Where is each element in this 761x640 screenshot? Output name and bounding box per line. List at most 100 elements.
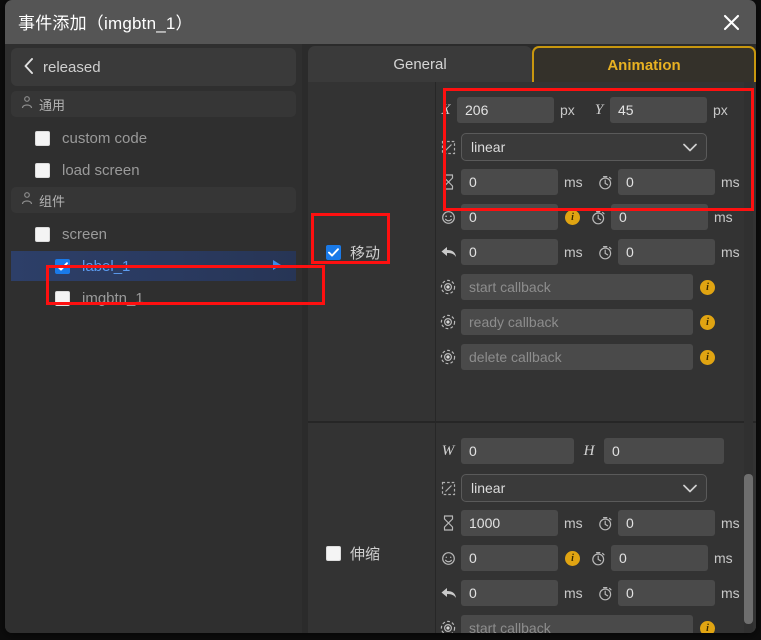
tree-item-load-screen[interactable]: load screen [11,155,296,185]
move-y-input[interactable] [610,97,707,123]
chevron-down-icon [683,139,697,155]
tree-item-label: imgbtn_1 [82,289,144,307]
move-toggle-label: 移动 [350,244,381,262]
scale-start-callback-input[interactable] [461,615,693,633]
scale-easing-row: linear [435,472,756,504]
move-start-callback-input[interactable] [461,274,693,300]
move-delete-callback-row: i [435,341,756,373]
tree-item-label: custom code [62,129,148,147]
close-icon[interactable] [716,7,746,37]
scale-animation-section: 伸缩 W H [308,423,756,633]
info-icon[interactable]: i [700,314,715,330]
properties-panel: General Animation 移动 X 206 px Y 45 px li… [308,44,756,633]
move-easing-row: linear [435,131,756,163]
move-duration-row: ms ms [435,166,756,198]
checkbox-screen[interactable] [35,226,50,242]
checkbox-load-screen[interactable] [35,162,50,178]
move-x-input[interactable] [457,97,554,123]
h-axis-label: H [583,442,595,459]
stopwatch-icon [592,586,618,601]
dialog-title: 事件添加（imgbtn_1） [18,14,193,33]
move-ready-callback-input[interactable] [461,309,693,335]
move-duration-input[interactable] [461,169,558,195]
scale-back-delay-input[interactable] [618,580,715,606]
tree-item-custom-code[interactable]: custom code [11,123,296,153]
move-animation-section: 移动 X px Y px [308,82,756,422]
triangle-right-icon[interactable] [272,258,282,274]
group-label-components: 组件 [39,193,66,209]
component-icon [21,96,33,112]
move-back-input[interactable] [461,239,558,265]
scale-duration-input[interactable] [461,510,558,536]
move-delete-callback-input[interactable] [461,344,693,370]
component-icon [21,192,33,208]
scale-duration-unit: ms [564,515,583,531]
back-arrow-icon [435,586,461,600]
stopwatch-icon [592,245,618,260]
tree-item-screen[interactable]: screen [11,219,296,249]
info-icon[interactable]: i [700,279,715,295]
stopwatch-icon [585,551,611,566]
move-repeat-delay-input[interactable] [611,204,708,230]
target-icon [435,349,461,365]
tree-item-label: label_1 [82,257,131,275]
tab-general[interactable]: General [308,46,532,82]
repeat-icon [435,551,461,566]
info-icon[interactable]: i [700,620,715,633]
scale-delay-input[interactable] [618,510,715,536]
scale-h-input[interactable] [604,438,724,464]
tree-item-label-1[interactable]: label_1 [11,251,296,281]
breadcrumb[interactable]: released [11,48,296,86]
tree-item-imgbtn-1[interactable]: imgbtn_1 [11,283,296,313]
checkbox-scale[interactable] [326,545,341,561]
group-header-general: 通用 [11,91,296,117]
move-toggle[interactable]: 移动 [326,242,380,263]
move-easing-select[interactable]: linear [461,133,707,161]
scale-repeat-input[interactable] [461,545,558,571]
move-back-delay-input[interactable] [618,239,715,265]
move-repeat-input[interactable] [461,204,558,230]
scale-toggle[interactable]: 伸缩 [326,543,380,564]
move-delay-input[interactable] [618,169,715,195]
target-icon [435,314,461,330]
scale-easing-value: linear [471,480,506,496]
move-easing-value: linear [471,139,506,155]
title-bar: 事件添加（imgbtn_1） [5,0,756,44]
scale-start-callback-row: i [435,612,756,633]
x-axis-label: X [441,101,451,118]
checkbox-label-1[interactable] [55,258,70,274]
info-icon[interactable]: i [700,349,715,365]
scrollbar-thumb[interactable] [744,474,753,624]
breadcrumb-label: released [43,58,101,76]
scale-repeat-delay-input[interactable] [611,545,708,571]
scale-back-input[interactable] [461,580,558,606]
move-start-callback-row: i [435,271,756,303]
stopwatch-icon [585,210,611,225]
hourglass-icon [435,174,461,190]
tab-animation[interactable]: Animation [532,46,756,82]
hourglass-icon [435,515,461,531]
checkbox-move[interactable] [326,244,341,260]
y-axis-label: Y [594,101,604,118]
scale-easing-select[interactable]: linear [461,474,707,502]
dashed-box-icon [435,481,461,496]
checkbox-custom-code[interactable] [35,130,50,146]
checkbox-imgbtn-1[interactable] [55,290,70,306]
move-toggle-column: 移动 [308,82,436,422]
target-icon [435,620,461,633]
scale-repeat-delay-unit: ms [714,550,733,566]
stopwatch-icon [592,175,618,190]
w-axis-label: W [441,442,455,459]
info-icon[interactable]: i [565,209,580,225]
scale-size-row: W H [435,435,756,467]
chevron-down-icon [683,480,697,496]
scale-w-input[interactable] [461,438,574,464]
tab-bar: General Animation [308,44,756,82]
info-icon[interactable]: i [565,550,580,566]
move-repeat-delay-unit: ms [714,209,733,225]
move-back-unit: ms [564,244,583,260]
animation-content: 移动 X px Y px [308,82,756,633]
scale-toggle-label: 伸缩 [350,545,381,563]
move-position-row: X px Y px [435,94,756,126]
target-icon [435,279,461,295]
